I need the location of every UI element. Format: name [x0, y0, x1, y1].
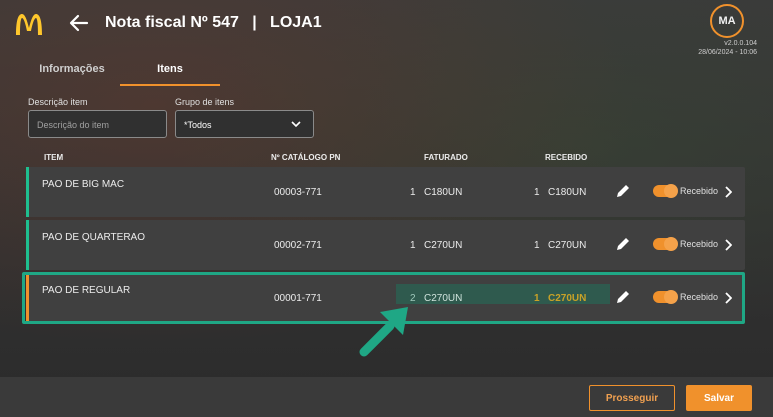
footer-bar: Prosseguir Salvar	[0, 377, 773, 417]
item-name: PAO DE REGULAR	[42, 285, 131, 296]
version-label: v2.0.0.104	[724, 40, 757, 47]
group-filter-label: Grupo de itens	[175, 97, 235, 107]
pencil-icon[interactable]	[615, 183, 631, 199]
row-status-bar	[26, 167, 29, 217]
group-select-value: *Todos	[184, 120, 212, 130]
item-name: PAO DE QUARTERAO	[42, 232, 145, 243]
top-bar: Nota fiscal Nº 547 | LOJA1 MA v2.0.0.104…	[0, 0, 773, 56]
column-header-received: RECEBIDO	[545, 153, 588, 162]
received-toggle[interactable]	[653, 237, 678, 251]
received-toggle-label: Recebido	[680, 186, 719, 196]
chevron-down-icon	[291, 121, 301, 128]
billed-qty: 1	[410, 187, 416, 198]
received-toggle-label: Recebido	[680, 239, 719, 249]
received-qty: 1	[534, 293, 540, 304]
item-catalog: 00003-771	[274, 187, 322, 198]
billed-unit: C180UN	[424, 187, 463, 198]
column-header-catalog: Nº CATÁLOGO PN	[271, 153, 341, 162]
datetime-label: 28/06/2024 - 10:06	[698, 49, 757, 56]
pointer-arrow-icon	[359, 307, 408, 357]
chevron-right-icon[interactable]	[724, 292, 732, 304]
received-toggle[interactable]	[653, 290, 678, 304]
group-select[interactable]: *Todos	[175, 110, 314, 138]
description-input[interactable]: Descrição do item	[28, 110, 167, 138]
proceed-button[interactable]: Prosseguir	[589, 385, 675, 411]
received-unit: C180UN	[548, 187, 587, 198]
tab-bar: Informações Itens	[22, 58, 220, 86]
received-unit: C270UN	[548, 293, 587, 304]
chevron-right-icon[interactable]	[724, 186, 732, 198]
pencil-icon[interactable]	[615, 289, 631, 305]
billed-unit: C270UN	[424, 293, 463, 304]
billed-unit: C270UN	[424, 240, 463, 251]
item-catalog: 00002-771	[274, 240, 322, 251]
received-qty: 1	[534, 240, 540, 251]
avatar[interactable]: MA	[710, 4, 744, 38]
received-toggle[interactable]	[653, 184, 678, 198]
received-qty: 1	[534, 187, 540, 198]
save-button[interactable]: Salvar	[686, 385, 752, 411]
mcdonalds-logo	[16, 14, 42, 35]
received-toggle-label: Recebido	[680, 292, 719, 302]
tab-informacoes[interactable]: Informações	[22, 58, 122, 86]
row-status-bar	[26, 273, 29, 323]
pencil-icon[interactable]	[615, 236, 631, 252]
column-header-billed: FATURADO	[424, 153, 468, 162]
description-filter-label: Descrição item	[28, 97, 88, 107]
received-unit: C270UN	[548, 240, 587, 251]
arrow-left-icon[interactable]	[68, 12, 90, 34]
item-catalog: 00001-771	[274, 293, 322, 304]
version-info: v2.0.0.104 28/06/2024 - 10:06	[698, 39, 757, 57]
row-status-bar	[26, 220, 29, 270]
billed-qty: 1	[410, 240, 416, 251]
page-title: Nota fiscal Nº 547 | LOJA1	[105, 14, 322, 31]
table-row[interactable]: PAO DE BIG MAC 00003-771 1 C180UN 1 C180…	[26, 167, 745, 217]
column-header-item: ITEM	[44, 153, 64, 162]
chevron-right-icon[interactable]	[724, 239, 732, 251]
tab-itens[interactable]: Itens	[120, 58, 220, 86]
table-row[interactable]: PAO DE QUARTERAO 00002-771 1 C270UN 1 C2…	[26, 220, 745, 270]
item-name: PAO DE BIG MAC	[42, 179, 125, 190]
